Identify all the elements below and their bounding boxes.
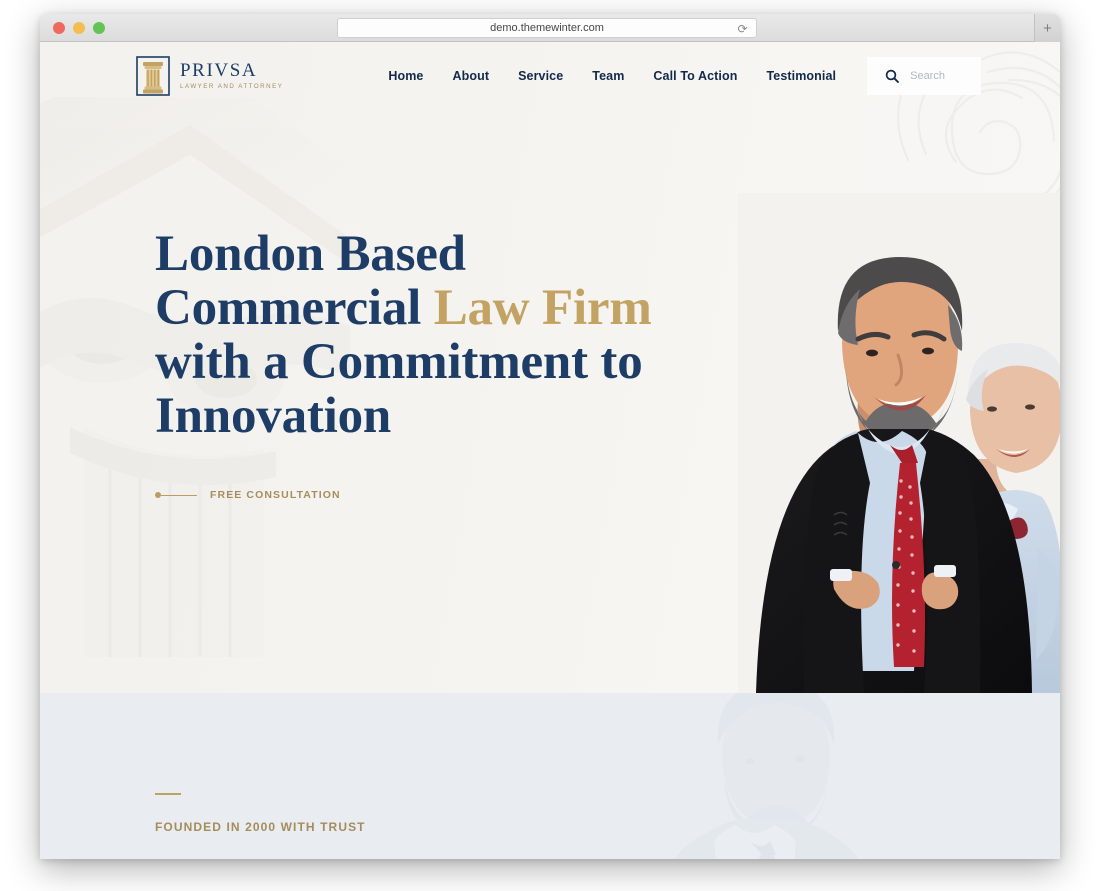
- brand-name: PRIVSA: [180, 60, 258, 82]
- hero-tagline-text: FREE CONSULTATION: [210, 489, 341, 502]
- hero-copy: London Based Commercial Law Firm with a …: [155, 227, 715, 501]
- new-tab-button[interactable]: +: [1034, 14, 1060, 42]
- two-lawyers-photo: [738, 193, 1060, 693]
- search-box[interactable]: [867, 57, 982, 95]
- about-copy: FOUNDED IN 2000 WITH TRUST Commercial La…: [155, 793, 503, 859]
- classical-column-icon: [136, 56, 170, 96]
- tagline-marker-icon: [155, 492, 197, 499]
- about-eyebrow: FOUNDED IN 2000 WITH TRUST: [155, 820, 366, 834]
- window-controls: [53, 21, 105, 34]
- nav-item-team[interactable]: Team: [592, 69, 624, 83]
- close-window-button[interactable]: [53, 21, 65, 34]
- hero-title-line-4: Innovation: [155, 388, 392, 445]
- nav-item-call-to-action[interactable]: Call To Action: [653, 69, 737, 83]
- browser-window: demo.themewinter.com ⟳ + PRIVSA LAWYER A…: [40, 14, 1060, 859]
- page-viewport: PRIVSA LAWYER AND ATTORNEY Home About Se…: [40, 42, 1060, 859]
- hero-section: PRIVSA LAWYER AND ATTORNEY Home About Se…: [40, 42, 1060, 693]
- hero-title-line-2: Commercial: [155, 280, 434, 337]
- hero-title-line-1: London Based: [155, 226, 466, 282]
- site-logo[interactable]: PRIVSA LAWYER AND ATTORNEY: [136, 56, 283, 96]
- about-heading: Commercial Law Firm: [155, 856, 503, 859]
- hero-tagline: FREE CONSULTATION: [155, 489, 715, 501]
- about-section: FOUNDED IN 2000 WITH TRUST Commercial La…: [40, 693, 1060, 859]
- nav-links: Home About Service Team Call To Action T…: [388, 69, 836, 83]
- address-bar[interactable]: demo.themewinter.com ⟳: [337, 18, 757, 38]
- nav-item-home[interactable]: Home: [388, 69, 423, 83]
- site-navbar: PRIVSA LAWYER AND ATTORNEY Home About Se…: [40, 42, 1060, 110]
- hero-title: London Based Commercial Law Firm with a …: [155, 227, 715, 443]
- nav-item-about[interactable]: About: [452, 69, 489, 83]
- browser-titlebar: demo.themewinter.com ⟳ +: [40, 14, 1060, 42]
- search-icon: [885, 69, 900, 83]
- search-input[interactable]: [910, 70, 969, 82]
- minimize-window-button[interactable]: [73, 21, 85, 34]
- hero-title-accent: Law Firm: [433, 280, 652, 337]
- maximize-window-button[interactable]: [93, 21, 105, 34]
- nav-item-testimonial[interactable]: Testimonial: [766, 69, 836, 83]
- section-dash-icon: [155, 793, 181, 795]
- smiling-lawyer-ghost-photo: [674, 693, 859, 859]
- brand-tagline: LAWYER AND ATTORNEY: [180, 83, 284, 91]
- nav-item-service[interactable]: Service: [518, 69, 563, 83]
- reload-icon[interactable]: ⟳: [736, 22, 749, 35]
- hero-title-line-3: with a Commitment to: [155, 334, 643, 391]
- address-bar-url: demo.themewinter.com: [490, 22, 604, 34]
